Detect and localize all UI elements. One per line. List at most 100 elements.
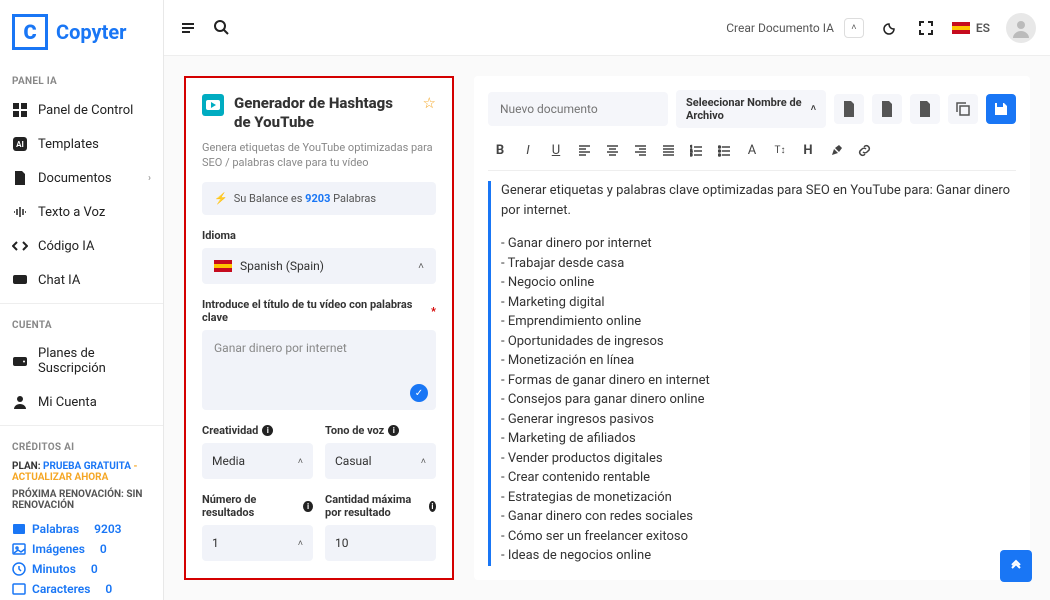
spain-flag-icon: [214, 260, 232, 272]
bold-icon[interactable]: B: [488, 138, 512, 162]
unordered-list-icon[interactable]: [712, 138, 736, 162]
creativity-label: Creatividad i: [202, 424, 313, 437]
tag-line: - Marketing de afiliados: [501, 429, 1016, 449]
plan-label: PLAN: PRUEBA GRATUITA - ACTUALIZAR AHORA: [0, 459, 163, 485]
heading-icon[interactable]: H: [796, 138, 820, 162]
editor-content[interactable]: Generar etiquetas y palabras clave optim…: [488, 181, 1016, 566]
svg-text:3: 3: [690, 152, 692, 157]
sidebar-item-plans[interactable]: Planes de Suscripción: [0, 337, 163, 385]
save-button[interactable]: [986, 94, 1016, 124]
chevron-down-icon: ˄: [421, 456, 426, 467]
sidebar-item-templates[interactable]: AI Templates: [0, 127, 163, 161]
sidebar-item-label: Templates: [38, 137, 99, 152]
highlight-icon[interactable]: [824, 138, 848, 162]
chevron-down-icon: ˄: [418, 261, 424, 272]
sidebar-item-account[interactable]: Mi Cuenta: [0, 385, 163, 419]
tag-line: - Estrategias de monetización: [501, 488, 1016, 508]
export-pdf-icon[interactable]: [872, 94, 902, 124]
credit-minutes: Minutos 0: [0, 559, 163, 579]
info-icon: i: [262, 425, 273, 436]
filename-select[interactable]: Seleecionar Nombre de Archivo ˄: [676, 90, 826, 128]
generator-title: Generador de Hashtags de YouTube: [234, 94, 413, 132]
tag-line: - Trabajar desde casa: [501, 254, 1016, 274]
align-right-icon[interactable]: [628, 138, 652, 162]
brand-name: Copyter: [56, 20, 126, 44]
link-icon[interactable]: [852, 138, 876, 162]
tag-line: - Vender productos digitales: [501, 449, 1016, 469]
theme-icon[interactable]: [880, 18, 900, 38]
sidebar-item-dashboard[interactable]: Panel de Control: [0, 93, 163, 127]
tag-line: - Formas de ganar dinero en internet: [501, 371, 1016, 391]
editor-toolbar: B I U 123 A T↕ H: [488, 138, 1016, 171]
spain-flag-icon: [952, 22, 970, 34]
info-icon: i: [388, 425, 399, 436]
results-select[interactable]: 1˄: [202, 525, 313, 561]
scroll-top-button[interactable]: [1000, 550, 1032, 582]
creativity-select[interactable]: Media˄: [202, 443, 313, 479]
credit-chars: Caracteres 0: [0, 579, 163, 599]
clock-icon: [12, 562, 26, 576]
info-icon: i: [303, 501, 313, 512]
document-title-input[interactable]: [488, 92, 668, 126]
sidebar-item-tts[interactable]: Texto a Voz: [0, 195, 163, 229]
editor-intro: Generar etiquetas y palabras clave optim…: [501, 181, 1016, 220]
fullscreen-icon[interactable]: [916, 18, 936, 38]
search-icon[interactable]: [212, 18, 232, 38]
chevron-up-icon: ˄: [844, 18, 864, 38]
export-txt-icon[interactable]: [910, 94, 940, 124]
section-panel-ia: PANEL IA: [0, 66, 163, 93]
title-field-label: Introduce el título de tu vídeo con pala…: [202, 298, 436, 324]
youtube-icon: [202, 94, 224, 116]
tag-line: - Crear contenido rentable: [501, 468, 1016, 488]
font-icon[interactable]: A: [740, 138, 764, 162]
language-selector[interactable]: ES: [952, 21, 990, 35]
sidebar-item-chat[interactable]: Chat IA: [0, 263, 163, 297]
sound-icon: [12, 204, 28, 220]
tag-line: - Marketing digital: [501, 293, 1016, 313]
tag-line: - Oportunidades de ingresos: [501, 332, 1016, 352]
align-justify-icon[interactable]: [656, 138, 680, 162]
sidebar-item-documents[interactable]: Documentos ›: [0, 161, 163, 195]
italic-icon[interactable]: I: [516, 138, 540, 162]
export-word-icon[interactable]: [834, 94, 864, 124]
copy-icon[interactable]: [948, 94, 978, 124]
upgrade-link[interactable]: ACTUALIZAR AHORA: [12, 472, 108, 483]
title-textarea[interactable]: Ganar dinero por internet ✓: [202, 330, 436, 410]
ai-icon: AI: [12, 136, 28, 152]
chars-icon: [12, 582, 26, 596]
tone-select[interactable]: Casual˄: [325, 443, 436, 479]
tag-line: - Ideas de negocios online: [501, 546, 1016, 566]
tag-line: - Generar ingresos pasivos: [501, 410, 1016, 430]
sidebar-item-label: Código IA: [38, 239, 94, 254]
generator-panel: Generador de Hashtags de YouTube ☆ Gener…: [184, 76, 454, 580]
info-icon: i: [429, 501, 436, 512]
star-icon[interactable]: ☆: [423, 94, 436, 112]
logo[interactable]: C Copyter: [0, 10, 163, 66]
tag-line: - Ganar dinero por internet: [501, 234, 1016, 254]
sidebar-item-label: Documentos: [38, 171, 112, 186]
chevron-down-icon: ˄: [811, 104, 816, 115]
ordered-list-icon[interactable]: 123: [684, 138, 708, 162]
credit-words: Palabras 9203: [0, 519, 163, 539]
text-size-icon[interactable]: T↕: [768, 138, 792, 162]
tag-line: - Emprendimiento online: [501, 312, 1016, 332]
sidebar-item-code[interactable]: Código IA: [0, 229, 163, 263]
maxqty-label: Cantidad máxima por resultado i: [325, 493, 436, 519]
underline-icon[interactable]: U: [544, 138, 568, 162]
results-label: Número de resultados i: [202, 493, 313, 519]
create-document-menu[interactable]: Crear Documento IA ˄: [726, 18, 864, 38]
dashboard-icon: [12, 102, 28, 118]
tag-line: - Ganar dinero con redes sociales: [501, 507, 1016, 527]
maxqty-input[interactable]: 10: [325, 525, 436, 561]
sidebar-item-label: Chat IA: [38, 273, 80, 288]
tone-label: Tono de voz i: [325, 424, 436, 437]
align-left-icon[interactable]: [572, 138, 596, 162]
user-icon: [12, 394, 28, 410]
tag-line: - Cómo ser un freelancer exitoso: [501, 527, 1016, 547]
menu-toggle-icon[interactable]: [178, 18, 198, 38]
document-icon: [12, 170, 28, 186]
avatar[interactable]: [1006, 13, 1036, 43]
language-select[interactable]: Spanish (Spain) ˄: [202, 248, 436, 284]
align-center-icon[interactable]: [600, 138, 624, 162]
tag-line: - Monetización en línea: [501, 351, 1016, 371]
